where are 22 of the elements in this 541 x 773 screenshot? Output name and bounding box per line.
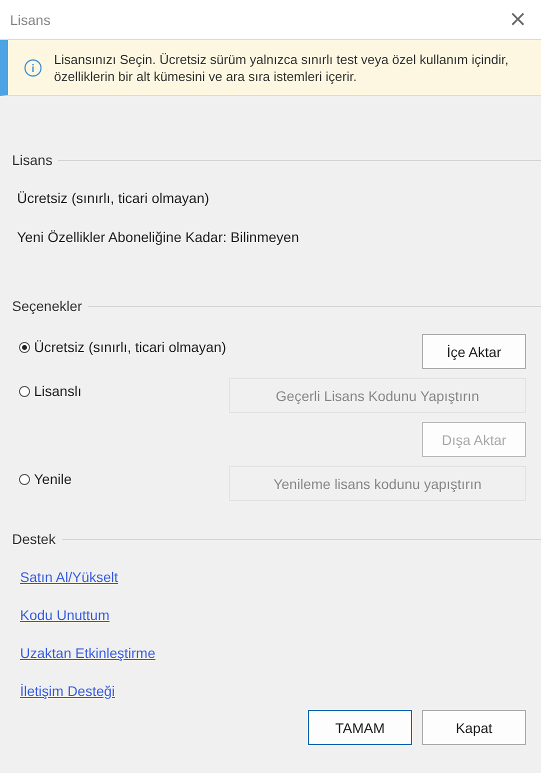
radio-icon[interactable] (19, 386, 30, 396)
radio-option[interactable]: Ücretsiz (sınırlı, ticari olmayan) (19, 339, 226, 355)
action-button[interactable]: İçe Aktar (422, 334, 526, 369)
radio-option[interactable]: Yenile (19, 471, 72, 487)
section-heading: Seçenekler (12, 298, 82, 314)
section-heading: Lisans (12, 152, 52, 168)
section-heading: Destek (12, 531, 56, 547)
info-icon (24, 58, 42, 76)
license-info: Ücretsiz (sınırlı, ticari olmayan) (17, 190, 210, 206)
info-message: Lisansınızı Seçin. Ücretsiz sürüm yalnızca sınırlı test veya özel kullanım içindir, özelliklerin bir alt kümesini ve ara sıra istemleri içerir. (54, 50, 510, 84)
support-link[interactable]: Kodu Unuttum (20, 607, 110, 626)
window-title: Lisans (10, 12, 50, 28)
support-link[interactable]: İletişim Desteği (20, 683, 115, 702)
radio-option[interactable]: Lisanslı (19, 383, 82, 399)
license-info: Yeni Özellikler Aboneliğine Kadar: Bilinmeyen (17, 229, 299, 245)
radio-icon[interactable] (19, 342, 30, 352)
radio-icon[interactable] (19, 474, 30, 484)
dialog-button[interactable]: Kapat (422, 710, 526, 745)
dialog-button[interactable]: TAMAM (308, 710, 412, 745)
support-link[interactable]: Uzaktan Etkinleştirme (20, 645, 156, 664)
support-link[interactable]: Satın Al/Yükselt (20, 569, 118, 588)
close-button[interactable]: × (504, 8, 531, 30)
